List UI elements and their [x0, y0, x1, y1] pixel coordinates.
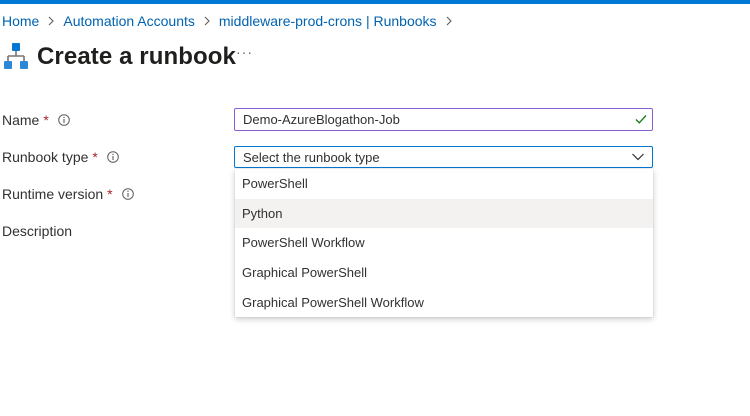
page-title: Create a runbook: [37, 43, 236, 70]
runtime-version-label-row: Runtime version *: [2, 185, 134, 203]
chevron-down-icon: [632, 153, 644, 161]
dropdown-option-powershell-workflow[interactable]: PowerShell Workflow: [235, 228, 653, 258]
dropdown-option-powershell[interactable]: PowerShell: [235, 169, 653, 199]
runbook-type-dropdown: PowerShell Python PowerShell Workflow Gr…: [235, 169, 653, 317]
name-label: Name: [2, 112, 40, 128]
name-label-row: Name *: [2, 111, 70, 129]
breadcrumb: Home Automation Accounts middleware-prod…: [2, 12, 461, 30]
breadcrumb-runbooks[interactable]: middleware-prod-crons | Runbooks: [219, 13, 437, 29]
info-icon[interactable]: [58, 114, 70, 126]
runbook-type-select[interactable]: Select the runbook type: [234, 146, 653, 168]
breadcrumb-chevron-icon: [446, 16, 452, 26]
required-marker: *: [107, 186, 113, 202]
runbook-icon: [4, 43, 28, 69]
info-icon[interactable]: [107, 151, 119, 163]
name-input-value: Demo-AzureBlogathon-Job: [243, 112, 400, 127]
runtime-version-label: Runtime version: [2, 186, 104, 202]
required-marker: *: [92, 149, 98, 165]
top-accent-bar: [0, 0, 750, 4]
breadcrumb-home[interactable]: Home: [2, 13, 39, 29]
name-input[interactable]: Demo-AzureBlogathon-Job: [234, 108, 653, 131]
checkmark-icon: [635, 115, 647, 124]
description-label: Description: [2, 223, 73, 239]
more-options-button[interactable]: ···: [236, 44, 253, 60]
dropdown-option-graphical-powershell[interactable]: Graphical PowerShell: [235, 258, 653, 288]
dropdown-option-graphical-powershell-workflow[interactable]: Graphical PowerShell Workflow: [235, 287, 653, 317]
page-header: Create a runbook: [4, 38, 236, 76]
breadcrumb-chevron-icon: [48, 16, 55, 26]
dropdown-option-python[interactable]: Python: [235, 198, 653, 229]
runbook-type-placeholder: Select the runbook type: [243, 149, 380, 165]
info-icon[interactable]: [121, 188, 134, 200]
required-marker: *: [43, 112, 49, 128]
runbook-type-label-row: Runbook type *: [2, 148, 119, 166]
description-label-row: Description: [2, 222, 72, 240]
runbook-type-label: Runbook type: [2, 149, 89, 165]
breadcrumb-chevron-icon: [204, 16, 210, 26]
breadcrumb-automation-accounts[interactable]: Automation Accounts: [63, 13, 195, 29]
